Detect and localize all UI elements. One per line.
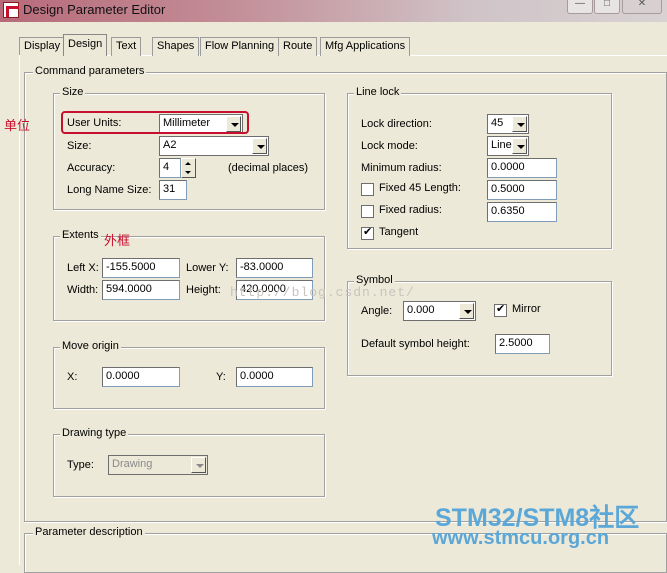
- units-annotation: 单位: [4, 119, 31, 134]
- chevron-down-icon[interactable]: [191, 457, 206, 473]
- size-select[interactable]: A2: [159, 136, 269, 156]
- lower-y-label: Lower Y:: [186, 262, 229, 274]
- maximize-icon: □: [603, 0, 611, 9]
- left-x-input[interactable]: -155.5000: [102, 258, 180, 278]
- mirror-checkbox[interactable]: [494, 302, 507, 317]
- origin-x-input[interactable]: 0.0000: [102, 367, 180, 387]
- mirror-label: Mirror: [512, 303, 541, 315]
- tab-shapes[interactable]: Shapes: [152, 37, 200, 56]
- lower-y-input[interactable]: -83.0000: [236, 258, 313, 278]
- tab-text[interactable]: Text: [111, 37, 142, 56]
- lock-mode-select[interactable]: Line: [487, 136, 529, 156]
- accuracy-input[interactable]: 4: [159, 158, 181, 178]
- move-origin-title: Move origin: [60, 340, 121, 352]
- accuracy-spinner[interactable]: [181, 158, 196, 178]
- chevron-down-icon[interactable]: [252, 138, 267, 154]
- user-units-highlight: [61, 111, 249, 134]
- origin-y-label: Y:: [216, 371, 226, 383]
- angle-select[interactable]: 0.000: [403, 301, 476, 321]
- minimum-radius-label: Minimum radius:: [361, 162, 442, 174]
- long-name-size-label: Long Name Size:: [67, 184, 152, 196]
- app-icon: [3, 2, 19, 18]
- accuracy-label: Accuracy:: [67, 162, 116, 174]
- height-label: Height:: [186, 284, 221, 296]
- line-lock-title: Line lock: [354, 86, 402, 98]
- origin-y-input[interactable]: 0.0000: [236, 367, 313, 387]
- long-name-size-input[interactable]: 31: [159, 180, 187, 200]
- size-value: A2: [163, 139, 177, 151]
- parameter-description-title: Parameter description: [33, 526, 145, 538]
- tab-display[interactable]: Display: [19, 37, 66, 56]
- lock-mode-value: Line: [491, 139, 512, 151]
- close-icon: ✕: [637, 0, 647, 9]
- minimize-icon: —: [575, 0, 585, 9]
- tab-design[interactable]: Design: [63, 34, 108, 56]
- command-parameters-title: Command parameters: [33, 65, 147, 77]
- left-x-label: Left X:: [67, 262, 99, 274]
- size-label: Size:: [67, 140, 92, 152]
- width-label: Width:: [67, 284, 99, 296]
- extents-group: Extents: [53, 229, 325, 321]
- blog-url-watermark: http://blog.csdn.net/: [230, 285, 415, 300]
- size-title: Size: [60, 86, 86, 98]
- lock-direction-select[interactable]: 45: [487, 114, 529, 134]
- chevron-down-icon[interactable]: [512, 116, 527, 132]
- brand-watermark-line2: www.stmcu.org.cn: [432, 527, 610, 549]
- tab-mfg-applications[interactable]: Mfg Applications: [320, 37, 411, 56]
- arrow-up-icon[interactable]: [185, 162, 191, 165]
- accuracy-suffix: (decimal places): [228, 162, 309, 174]
- minimize-button[interactable]: —: [567, 0, 593, 14]
- fixed-45-length-checkbox[interactable]: [361, 183, 374, 196]
- tangent-label: Tangent: [379, 226, 419, 238]
- origin-x-label: X:: [67, 371, 78, 383]
- window-title: Design Parameter Editor: [23, 2, 166, 17]
- chevron-down-icon[interactable]: [459, 303, 474, 319]
- fixed-45-length-input[interactable]: 0.5000: [487, 180, 557, 200]
- lock-direction-value: 45: [491, 117, 504, 129]
- default-symbol-height-input[interactable]: 2.5000: [495, 334, 550, 354]
- drawing-type-title: Drawing type: [60, 427, 129, 439]
- drawing-type-value: Drawing: [112, 458, 153, 470]
- fixed-radius-checkbox[interactable]: [361, 205, 374, 218]
- tangent-checkbox[interactable]: [361, 225, 374, 240]
- minimum-radius-input[interactable]: 0.0000: [487, 158, 557, 178]
- angle-label: Angle:: [361, 305, 393, 317]
- maximize-button[interactable]: □: [594, 0, 620, 14]
- fixed-radius-label: Fixed radius:: [379, 204, 442, 216]
- extents-annotation: 外框: [104, 234, 131, 249]
- lock-direction-label: Lock direction:: [361, 118, 432, 130]
- extents-title: Extents: [60, 229, 101, 241]
- fixed-radius-input[interactable]: 0.6350: [487, 202, 557, 222]
- arrow-down-icon[interactable]: [185, 171, 191, 174]
- angle-value: 0.000: [407, 304, 435, 316]
- chevron-down-icon[interactable]: [512, 138, 527, 154]
- width-input[interactable]: 594.0000: [102, 280, 180, 300]
- close-button[interactable]: ✕: [622, 0, 662, 14]
- drawing-type-select[interactable]: Drawing: [108, 455, 208, 475]
- fixed-45-length-label: Fixed 45 Length:: [379, 182, 461, 194]
- type-label: Type:: [67, 459, 94, 471]
- lock-mode-label: Lock mode:: [361, 140, 418, 152]
- tab-route[interactable]: Route: [278, 37, 318, 56]
- default-symbol-height-label: Default symbol height:: [361, 338, 470, 350]
- tab-flow-planning[interactable]: Flow Planning: [200, 37, 280, 56]
